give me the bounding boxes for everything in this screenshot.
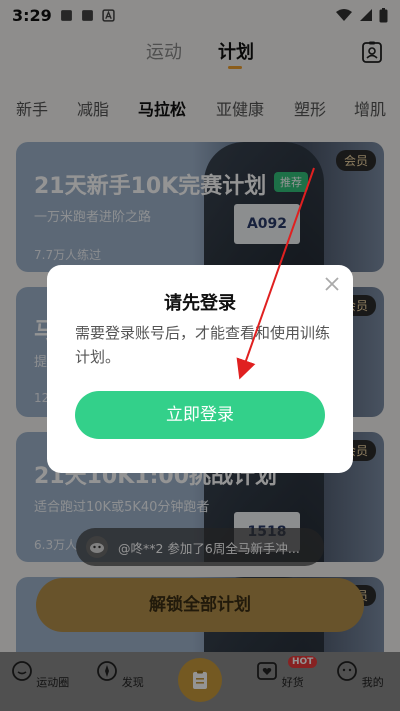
login-dialog: 请先登录 需要登录账号后，才能查看和使用训练计划。 立即登录: [47, 265, 353, 473]
dialog-message: 需要登录账号后，才能查看和使用训练计划。: [75, 324, 331, 366]
login-now-button[interactable]: 立即登录: [75, 391, 325, 439]
dialog-title: 请先登录: [164, 293, 236, 314]
